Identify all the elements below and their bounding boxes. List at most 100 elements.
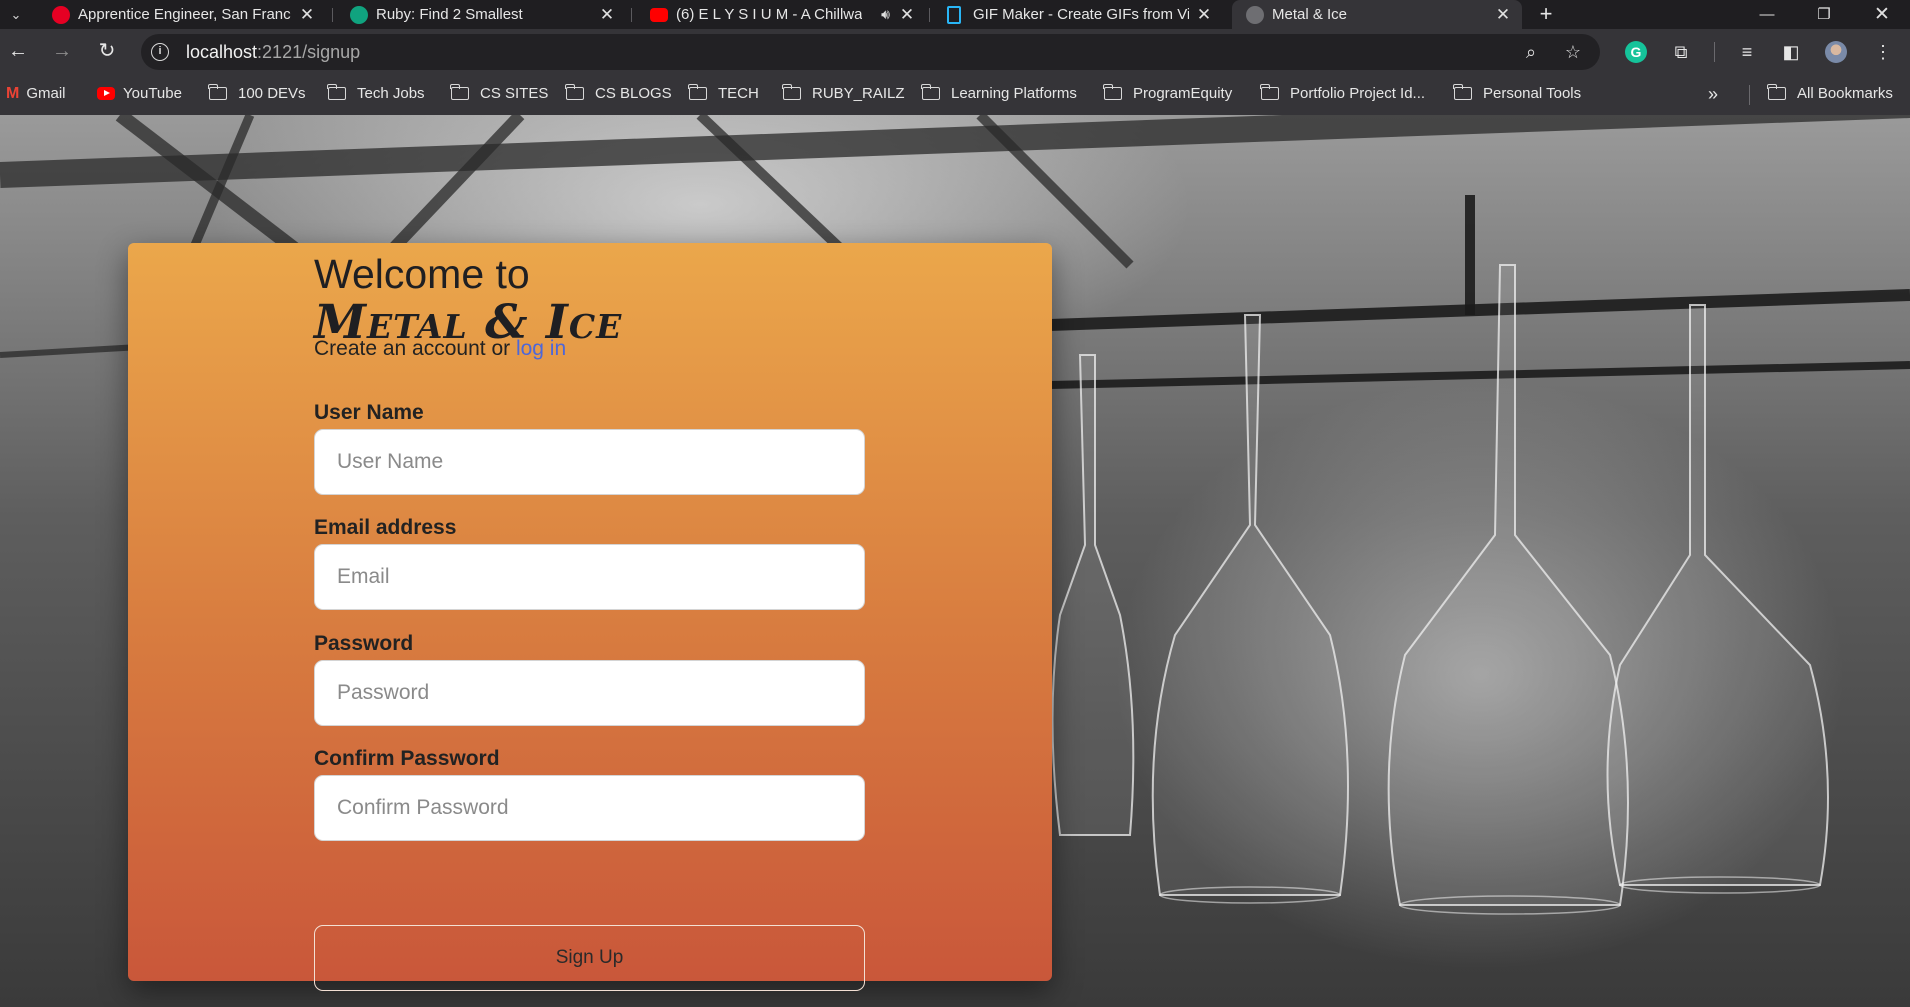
subtitle-text: Create an account or [314, 337, 516, 360]
tab-search-chevron-icon[interactable]: ⌄ [5, 4, 27, 26]
tab-title: Metal & Ice [1272, 6, 1348, 23]
bookmark-tech[interactable]: TECH [688, 73, 759, 115]
globe-icon [1246, 6, 1264, 24]
folder-icon [1767, 84, 1786, 100]
tab-gif-maker[interactable]: GIF Maker - Create GIFs from Vi ✕ [933, 0, 1223, 29]
more-bookmarks-chevron-icon[interactable]: » [1708, 73, 1718, 115]
url-host: localhost [186, 42, 258, 62]
bookmark-label: CS SITES [480, 85, 549, 102]
bookmark-learning-platforms[interactable]: Learning Platforms [921, 73, 1077, 115]
bookmark-tech-jobs[interactable]: Tech Jobs [327, 73, 425, 115]
bookmark-cs-blogs[interactable]: CS BLOGS [565, 73, 672, 115]
bookmark-cs-sites[interactable]: CS SITES [450, 73, 549, 115]
zoom-icon[interactable]: ⌕ [1520, 41, 1542, 63]
tab-apprentice-engineer[interactable]: Apprentice Engineer, San Franc ✕ [38, 0, 326, 29]
pinterest-icon [52, 6, 70, 24]
bookmark-label: Learning Platforms [951, 85, 1077, 102]
bookmark-label: All Bookmarks [1797, 85, 1893, 102]
youtube-icon [97, 87, 115, 100]
close-tab-icon[interactable]: ✕ [898, 0, 916, 29]
close-tab-icon[interactable]: ✕ [298, 0, 316, 29]
toolbar-separator [1714, 42, 1715, 62]
bookmarks-separator [1749, 85, 1750, 105]
tab-separator [631, 8, 632, 22]
url-text[interactable]: localhost:2121/signup [186, 34, 360, 70]
address-bar[interactable]: i localhost:2121/signup ⌕ ☆ [141, 34, 1600, 70]
tab-ruby-find-smallest[interactable]: Ruby: Find 2 Smallest ✕ [336, 0, 626, 29]
welcome-heading: Welcome to [314, 251, 530, 297]
close-tab-icon[interactable]: ✕ [598, 0, 616, 29]
tab-title: Ruby: Find 2 Smallest [376, 6, 523, 23]
tab-separator [332, 8, 333, 22]
page-viewport: Welcome to Metal & Ice Create an account… [0, 115, 1910, 1007]
chatgpt-icon [350, 6, 368, 24]
close-tab-icon[interactable]: ✕ [1195, 0, 1213, 29]
all-bookmarks[interactable]: All Bookmarks [1767, 73, 1893, 115]
speaker-icon[interactable]: 🔊︎ [881, 0, 890, 29]
extensions-icon[interactable]: ⧉ [1670, 41, 1692, 63]
sign-up-button[interactable]: Sign Up [314, 925, 865, 991]
bookmark-label: CS BLOGS [595, 85, 672, 102]
gmail-icon: M [6, 85, 20, 102]
bookmark-label: YouTube [123, 85, 182, 102]
password-label: Password [314, 632, 414, 655]
tab-metal-and-ice[interactable]: Metal & Ice ✕ [1232, 0, 1522, 29]
folder-icon [450, 84, 469, 100]
bookmarks-bar: M Gmail YouTube 100 DEVs Tech Jobs CS SIT… [0, 73, 1910, 115]
bookmark-label: Gmail [26, 85, 66, 102]
folder-icon [1260, 84, 1279, 100]
password-input[interactable] [314, 660, 865, 726]
folder-icon [1103, 84, 1122, 100]
folder-icon [208, 84, 227, 100]
confirm-password-input[interactable] [314, 775, 865, 841]
minimize-icon[interactable]: — [1747, 0, 1787, 29]
bookmark-label: TECH [718, 85, 759, 102]
email-label: Email address [314, 516, 457, 539]
signup-subtitle: Create an account or log in [314, 337, 566, 361]
youtube-icon [650, 8, 668, 22]
bookmark-label: Personal Tools [1483, 85, 1582, 102]
bookmark-personal-tools[interactable]: Personal Tools [1453, 73, 1582, 115]
tab-title: (6) E L Y S I U M - A Chillwa [676, 6, 862, 23]
username-input[interactable] [314, 429, 865, 495]
close-window-icon[interactable]: ✕ [1862, 0, 1902, 29]
url-path: :2121/signup [257, 42, 361, 62]
restore-icon[interactable]: ❐ [1804, 0, 1844, 29]
bookmark-youtube[interactable]: YouTube [97, 73, 182, 115]
tab-strip: ⌄ Apprentice Engineer, San Franc ✕ Ruby:… [0, 0, 1910, 29]
profile-avatar[interactable] [1825, 41, 1847, 63]
bookmark-programequity[interactable]: ProgramEquity [1103, 73, 1233, 115]
bookmark-gmail[interactable]: M Gmail [6, 73, 66, 115]
bookmark-portfolio-project[interactable]: Portfolio Project Id... [1260, 73, 1426, 115]
bookmark-100-devs[interactable]: 100 DEVs [208, 73, 306, 115]
confirm-password-label: Confirm Password [314, 747, 500, 770]
folder-icon [782, 84, 801, 100]
back-icon[interactable]: ← [3, 37, 33, 65]
folder-icon [688, 84, 707, 100]
browser-toolbar: ← → ↻ i localhost:2121/signup ⌕ ☆ G ⧉ ≡ … [0, 29, 1910, 73]
signup-card: Welcome to Metal & Ice Create an account… [128, 243, 1052, 991]
bookmark-label: ProgramEquity [1133, 85, 1233, 102]
tab-separator [929, 8, 930, 22]
bookmark-label: Tech Jobs [357, 85, 425, 102]
email-input[interactable] [314, 544, 865, 610]
media-controls-icon[interactable]: ≡ [1736, 41, 1758, 63]
reload-icon[interactable]: ↻ [92, 37, 122, 65]
folder-icon [327, 84, 346, 100]
tab-title: GIF Maker - Create GIFs from Vi [973, 6, 1189, 23]
bookmark-label: Portfolio Project Id... [1290, 85, 1426, 102]
grammarly-icon[interactable]: G [1625, 41, 1647, 63]
forward-icon[interactable]: → [47, 37, 77, 65]
login-link[interactable]: log in [516, 337, 566, 360]
side-panel-icon[interactable]: ◧ [1780, 41, 1802, 63]
menu-icon[interactable]: ⋮ [1872, 41, 1894, 63]
username-label: User Name [314, 401, 424, 424]
folder-icon [1453, 84, 1472, 100]
new-tab-icon[interactable]: + [1535, 0, 1557, 29]
bookmark-ruby-railz[interactable]: RUBY_RAILZ [782, 73, 905, 115]
tab-elysium-youtube[interactable]: (6) E L Y S I U M - A Chillwa 🔊︎ ✕ [636, 0, 926, 29]
close-tab-icon[interactable]: ✕ [1494, 0, 1512, 29]
document-icon [947, 6, 961, 24]
bookmark-star-icon[interactable]: ☆ [1562, 41, 1584, 63]
site-info-icon[interactable]: i [151, 43, 169, 61]
